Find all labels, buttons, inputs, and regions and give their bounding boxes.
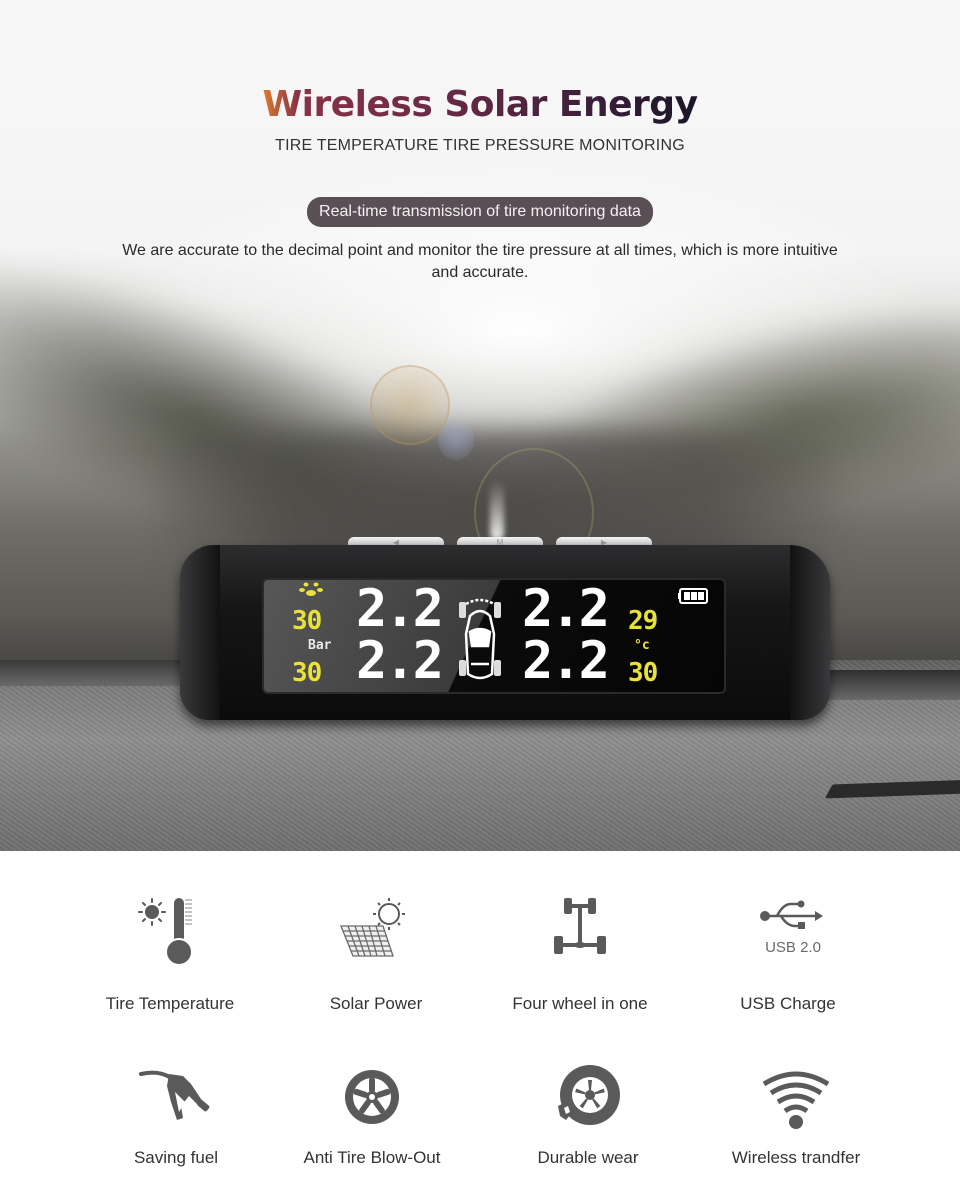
usb-version-text: USB 2.0 [765,939,821,956]
usb-icon: USB 2.0 [760,900,823,956]
dashboard-edge [0,660,190,686]
description-text: We are accurate to the decimal point and… [122,242,838,281]
car-top-view-icon [459,598,501,680]
feature-usb-charge: USB 2.0 USB Charge [688,890,888,1013]
durable-tire-icon [558,1065,620,1125]
hero-banner [0,0,960,851]
solar-panel-icon [340,898,405,957]
feature-anti-blowout: Anti Tire Blow-Out [272,1062,472,1167]
feature-label: Durable wear [537,1148,639,1167]
feature-tire-temperature: Tire Temperature [70,890,270,1013]
feature-label: Solar Power [329,994,423,1013]
solar-indicator-icon [299,582,323,596]
battery-full-icon [678,588,708,604]
device-end-cap-right [790,545,830,720]
feature-label: Wireless trandfer [731,1148,861,1167]
light-beam [490,480,504,540]
wireless-signal-icon [762,1071,830,1129]
feature-label: Tire Temperature [105,994,235,1013]
fuel-nozzle-icon [139,1070,210,1120]
thermometer-sun-icon [138,898,193,966]
tire-wheel-icon [345,1070,399,1124]
feature-durable-wear: Durable wear [488,1062,688,1167]
lens-flare [438,420,474,460]
feature-badge: Real-time transmission of tire monitorin… [307,197,653,227]
pressure-unit-label: Bar [308,638,332,653]
feature-label: USB Charge [740,994,836,1013]
four-wheel-axle-icon [554,898,606,954]
rear-right-temperature: 30 [628,658,658,688]
front-left-temperature: 30 [292,606,322,636]
rear-right-pressure: 2.2 [522,631,610,691]
feature-label: Anti Tire Blow-Out [303,1148,441,1167]
page-title: Wireless Solar Energy [262,84,698,125]
front-right-temperature: 29 [628,606,658,636]
lcd-display: 30 Bar 30 2.2 2.2 2.2 2.2 29 °c 30 [262,578,726,694]
feature-label: Four wheel in one [512,994,648,1013]
feature-four-wheel: Four wheel in one [480,890,680,1013]
feature-saving-fuel: Saving fuel [76,1062,276,1167]
feature-wireless: Wireless trandfer [696,1062,896,1167]
temperature-unit-label: °c [634,638,650,653]
feature-solar-power: Solar Power [276,890,476,1013]
page-subtitle: TIRE TEMPERATURE TIRE PRESSURE MONITORIN… [275,137,685,154]
rear-left-temperature: 30 [292,658,322,688]
front-right-pressure: 2.2 [522,579,610,639]
device-end-cap-left [180,545,220,720]
rear-left-pressure: 2.2 [356,631,444,691]
front-left-pressure: 2.2 [356,579,444,639]
feature-label: Saving fuel [133,1148,219,1167]
